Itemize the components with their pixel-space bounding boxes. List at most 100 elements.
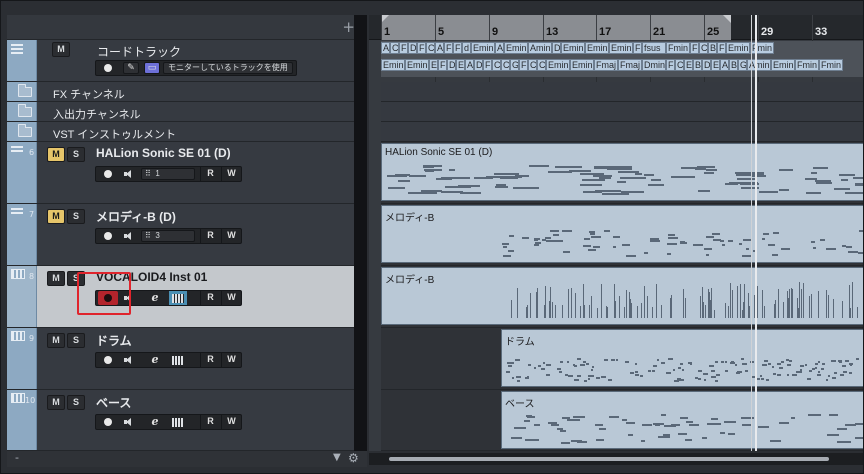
solo-button[interactable]: S (67, 395, 85, 410)
track-fx-folder[interactable]: FX チャンネル (7, 82, 361, 102)
chord-event[interactable]: B (729, 59, 738, 71)
chord-event[interactable]: F (519, 59, 528, 71)
edit-instrument-button[interactable]: e (146, 415, 164, 429)
edit-instrument-button[interactable]: e (146, 353, 164, 367)
chord-event[interactable]: Emin (546, 59, 570, 71)
midi-part[interactable]: HALion Sonic SE 01 (D) (381, 143, 863, 201)
chord-event[interactable]: E (684, 59, 693, 71)
solo-button[interactable]: S (67, 147, 85, 162)
chord-event[interactable]: C (675, 59, 684, 71)
track-bass[interactable]: 10 M S ベース e R W (7, 390, 361, 451)
monitor-speaker-icon[interactable] (124, 418, 133, 427)
record-enable-button[interactable] (98, 229, 118, 243)
chord-event[interactable]: G (510, 59, 519, 71)
chord-event[interactable]: F (399, 42, 408, 54)
mute-button[interactable]: M (47, 395, 65, 410)
chord-event[interactable]: A (381, 42, 390, 54)
monitor-speaker-icon[interactable] (124, 356, 133, 365)
chord-lane[interactable]: A C F D F C A F Fd Emin A Emin Amin D Emin Emin Emin Ffsu… (381, 41, 863, 77)
chord-event[interactable]: E (711, 59, 720, 71)
track-vocaloid[interactable]: 8 M S VOCALOID4 Inst 01 e R W (7, 266, 361, 328)
zoom-out-button[interactable]: - (15, 451, 19, 464)
write-automation-button[interactable]: W (221, 353, 241, 367)
chord-event[interactable]: D (447, 59, 456, 71)
write-automation-button[interactable]: W (221, 167, 241, 181)
chord-event[interactable]: Fmaj (594, 59, 618, 71)
chord-event[interactable]: Dmin (642, 59, 666, 71)
chord-event[interactable]: Emin (726, 42, 750, 54)
chord-event[interactable]: C (492, 59, 501, 71)
chord-event[interactable]: Fmaj (618, 59, 642, 71)
solo-button[interactable]: S (67, 209, 85, 224)
chord-event[interactable]: F (453, 42, 462, 54)
instrument-keyboard-icon[interactable] (169, 415, 187, 429)
chord-event[interactable]: A (435, 42, 444, 54)
chevron-down-icon[interactable]: ▼ (333, 452, 341, 463)
mute-button[interactable]: M (52, 42, 70, 57)
chord-event[interactable]: Emin (585, 42, 609, 54)
chord-event[interactable]: C (699, 42, 708, 54)
chord-event[interactable]: D (552, 42, 561, 54)
chord-event[interactable]: C (390, 42, 399, 54)
track-io-folder[interactable]: 入出力チャンネル (7, 102, 361, 122)
chord-event[interactable]: Fmin (750, 42, 774, 54)
track-melody[interactable]: 7 M S メロディ-B (D) ⠿ 3 R W (7, 204, 361, 266)
tracklist-divider[interactable] (354, 15, 367, 451)
chord-event[interactable]: Emin (570, 59, 594, 71)
write-automation-button[interactable]: W (221, 415, 241, 429)
record-enable-button[interactable] (98, 167, 118, 181)
chord-edit-icon[interactable]: ✎ (123, 62, 139, 74)
timeline-ruler[interactable]: 1 5 9 13 17 21 25 29 33 (369, 15, 863, 40)
chord-event[interactable]: D (408, 42, 417, 54)
chord-event[interactable]: B (708, 42, 717, 54)
loop-end-marker[interactable] (751, 15, 752, 451)
chord-event[interactable]: Emin (504, 42, 528, 54)
chord-event[interactable]: C (426, 42, 435, 54)
mute-button[interactable]: M (47, 209, 65, 224)
instrument-keyboard-icon[interactable] (169, 291, 187, 305)
chord-event[interactable]: Amin (528, 42, 552, 54)
chord-event[interactable]: C (537, 59, 546, 71)
chord-event[interactable]: E (429, 59, 438, 71)
read-automation-button[interactable]: R (200, 229, 220, 243)
chord-event[interactable]: G (738, 59, 747, 71)
chord-event[interactable]: D (474, 59, 483, 71)
chord-event[interactable]: F (717, 42, 726, 54)
chord-event[interactable]: Emin (405, 59, 429, 71)
mute-button[interactable]: M (47, 333, 65, 348)
monitor-track-option[interactable]: モニターしているトラックを使用 (163, 62, 293, 74)
monitor-speaker-icon[interactable] (124, 170, 133, 179)
chord-event[interactable]: C (501, 59, 510, 71)
chord-event[interactable]: D (702, 59, 711, 71)
track-drums[interactable]: 9 M S ドラム e R W (7, 328, 361, 390)
chord-event[interactable]: E (456, 59, 465, 71)
chord-event[interactable]: Emin (561, 42, 585, 54)
chord-event[interactable]: A (495, 42, 504, 54)
chord-layout-icon[interactable]: ▭ (144, 62, 160, 74)
record-enable-button[interactable] (98, 415, 118, 429)
midi-channel-field[interactable]: ⠿ 3 (141, 230, 195, 242)
mute-button[interactable]: M (47, 147, 65, 162)
chord-event[interactable]: A (720, 59, 729, 71)
gear-icon[interactable]: ⚙ (348, 451, 359, 465)
chord-event[interactable]: Emin (771, 59, 795, 71)
write-automation-button[interactable]: W (221, 229, 241, 243)
chord-event[interactable]: F (438, 59, 447, 71)
read-automation-button[interactable]: R (200, 415, 220, 429)
track-chord[interactable]: M コードトラック ✎ ▭ モニターしているトラックを使用 (7, 40, 361, 82)
monitor-speaker-icon[interactable] (124, 232, 133, 241)
read-automation-button[interactable]: R (200, 291, 220, 305)
chord-event[interactable]: F (417, 42, 426, 54)
horizontal-scrollbar[interactable] (369, 453, 863, 465)
midi-part[interactable]: メロディ-B (381, 205, 863, 263)
chord-event[interactable]: Fmin (819, 59, 843, 71)
chord-event[interactable]: F (633, 42, 642, 54)
chord-event[interactable]: fsus (642, 42, 666, 54)
chord-event[interactable]: B (693, 59, 702, 71)
chord-event[interactable]: A (465, 59, 474, 71)
record-enable-button[interactable] (98, 353, 118, 367)
chord-event[interactable]: F (666, 59, 675, 71)
read-automation-button[interactable]: R (200, 167, 220, 181)
chord-event[interactable]: Fmin (666, 42, 690, 54)
instrument-keyboard-icon[interactable] (169, 353, 187, 367)
